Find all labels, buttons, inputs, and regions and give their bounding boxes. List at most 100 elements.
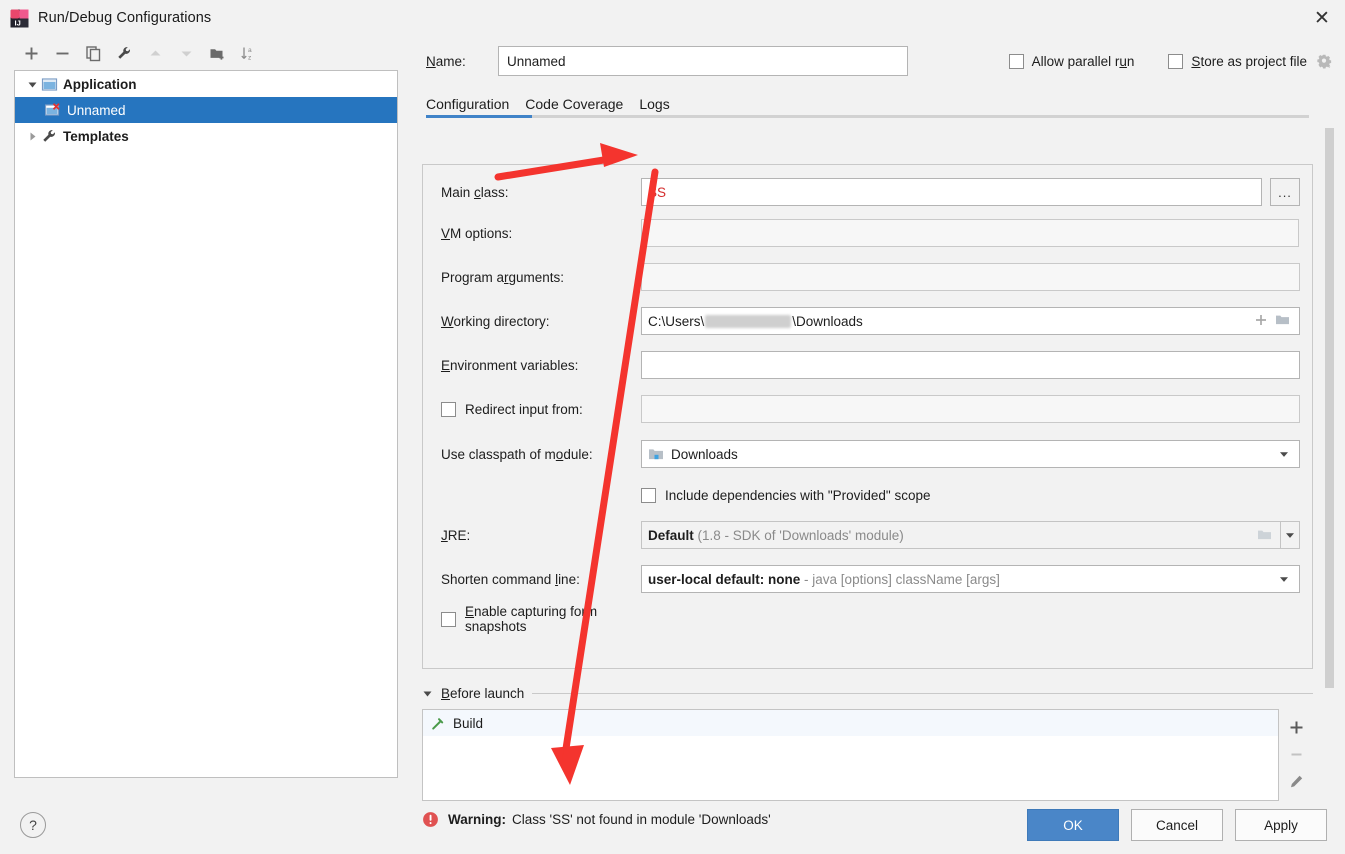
svg-text:IJ: IJ [15,18,21,27]
use-classpath-of-module-select[interactable]: Downloads [641,440,1300,468]
configuration-form: Main class: SS ... VM options: Program a… [422,164,1313,669]
tree-item-application[interactable]: Application [15,71,397,97]
environment-variables-input[interactable] [641,351,1300,379]
working-directory-suffix: \Downloads [792,314,863,329]
remove-configuration-button[interactable] [47,40,77,66]
checkbox-box [441,612,456,627]
working-directory-input[interactable]: C:\Users\ \Downloads [641,307,1300,335]
ok-button[interactable]: OK [1027,809,1119,841]
wrench-icon [41,128,58,145]
before-launch-task-list[interactable]: Build [422,709,1279,801]
redirect-input-from-text: Redirect input from: [465,402,583,417]
tree-item-label: Unnamed [67,103,126,118]
chevron-down-icon[interactable] [1275,573,1293,585]
copy-configuration-button[interactable] [78,40,108,66]
plus-icon[interactable] [1254,313,1268,330]
field-vm-options: VM options: [423,211,1312,255]
chevron-down-icon[interactable] [1280,522,1298,548]
before-launch-title: Before launch [441,686,524,701]
before-launch-toolbar [1279,709,1313,801]
dialog-footer: ? OK Cancel Apply [0,796,1345,854]
before-launch-task-build[interactable]: Build [423,710,1278,736]
new-folder-button[interactable] [202,40,232,66]
field-environment-variables: Environment variables: [423,343,1312,387]
tree-item-templates[interactable]: Templates [15,123,397,149]
field-use-classpath-of-module: Use classpath of module: Downloads [423,431,1312,477]
checkbox-box [1009,54,1024,69]
program-arguments-input[interactable] [641,263,1300,291]
redirect-input-from-input[interactable] [641,395,1300,423]
chevron-down-icon[interactable] [23,79,41,90]
edit-task-pencil-icon[interactable] [1283,769,1309,793]
help-button[interactable]: ? [20,812,46,838]
field-jre: JRE: Default (1.8 - SDK of 'Downloads' m… [423,513,1312,557]
checkbox-box [641,488,656,503]
tree-item-unnamed[interactable]: Unnamed [15,97,397,123]
configuration-editor: Name: Unnamed Allow parallel run Store a… [408,36,1345,796]
use-classpath-of-module-label: Use classpath of module: [441,447,641,462]
jre-value-detail: (1.8 - SDK of 'Downloads' module) [698,528,904,543]
redirect-input-from-label: Redirect input from: [441,402,641,417]
name-label: Name: [426,54,498,69]
editor-scrollbar[interactable] [1324,128,1335,768]
enable-capturing-form-snapshots-label: Enable capturing form snapshots [465,604,641,634]
use-classpath-of-module-value: Downloads [671,447,1268,462]
tree-item-label: Application [63,77,137,92]
vm-options-input[interactable] [641,219,1299,247]
environment-variables-label: Environment variables: [441,358,641,373]
configurations-sidebar: a z Application [0,36,408,796]
field-enable-capturing-form-snapshots: Enable capturing form snapshots [423,601,1312,637]
gear-dropdown-icon[interactable] [1313,50,1335,72]
jre-select[interactable]: Default (1.8 - SDK of 'Downloads' module… [641,521,1300,549]
field-working-directory: Working directory: C:\Users\ \Downloads [423,299,1312,343]
field-shorten-command-line: Shorten command line: user-local default… [423,557,1312,601]
task-label: Build [453,716,483,731]
jre-label: JRE: [441,528,641,543]
edit-templates-wrench-icon[interactable] [109,40,139,66]
program-arguments-label: Program arguments: [441,270,641,285]
chevron-right-icon[interactable] [23,131,41,142]
move-down-button[interactable] [171,40,201,66]
include-provided-scope-checkbox[interactable]: Include dependencies with "Provided" sco… [641,488,931,503]
working-directory-label: Working directory: [441,314,641,329]
checkbox-box [1168,54,1183,69]
shorten-command-line-select[interactable]: user-local default: none - java [options… [641,565,1300,593]
store-as-project-file-label: Store as project file [1191,54,1307,69]
name-input[interactable]: Unnamed [498,46,908,76]
cancel-button[interactable]: Cancel [1131,809,1223,841]
application-icon [41,76,58,93]
field-program-arguments: Program arguments: [423,255,1312,299]
main-class-browse-button[interactable]: ... [1270,178,1300,206]
folder-icon[interactable] [1275,313,1290,330]
enable-capturing-form-snapshots-checkbox[interactable]: Enable capturing form snapshots [441,604,641,634]
add-task-button[interactable] [1283,715,1309,739]
scrollbar-thumb[interactable] [1325,128,1334,688]
module-icon [648,447,664,462]
folder-icon[interactable] [1255,528,1273,542]
redirect-input-from-checkbox[interactable] [441,402,456,417]
before-launch-section: Before launch Build [422,681,1313,801]
editor-tabs: Configuration Code Coverage Logs [408,86,1345,118]
shorten-command-line-label: Shorten command line: [441,572,641,587]
include-provided-scope-label: Include dependencies with "Provided" sco… [665,488,931,503]
store-as-project-file-checkbox[interactable]: Store as project file [1168,54,1307,69]
tab-active-indicator [426,115,532,118]
main-class-input[interactable]: SS [641,178,1262,206]
chevron-down-icon[interactable] [1275,448,1293,460]
configurations-tree[interactable]: Application Unnamed [14,70,398,778]
sort-alphabetically-button[interactable]: a z [233,40,263,66]
triangle-down-icon[interactable] [422,688,433,699]
before-launch-header[interactable]: Before launch [422,681,1313,705]
tree-item-label: Templates [63,129,129,144]
apply-button[interactable]: Apply [1235,809,1327,841]
window-title: Run/Debug Configurations [38,10,211,26]
remove-task-button[interactable] [1283,742,1309,766]
svg-text:a: a [248,47,252,54]
close-icon[interactable]: ✕ [1299,0,1345,36]
vm-options-label: VM options: [441,226,641,241]
add-configuration-button[interactable] [16,40,46,66]
jre-value: Default [648,528,694,543]
move-up-button[interactable] [140,40,170,66]
allow-parallel-run-checkbox[interactable]: Allow parallel run [1009,54,1135,69]
svg-text:z: z [248,54,251,61]
